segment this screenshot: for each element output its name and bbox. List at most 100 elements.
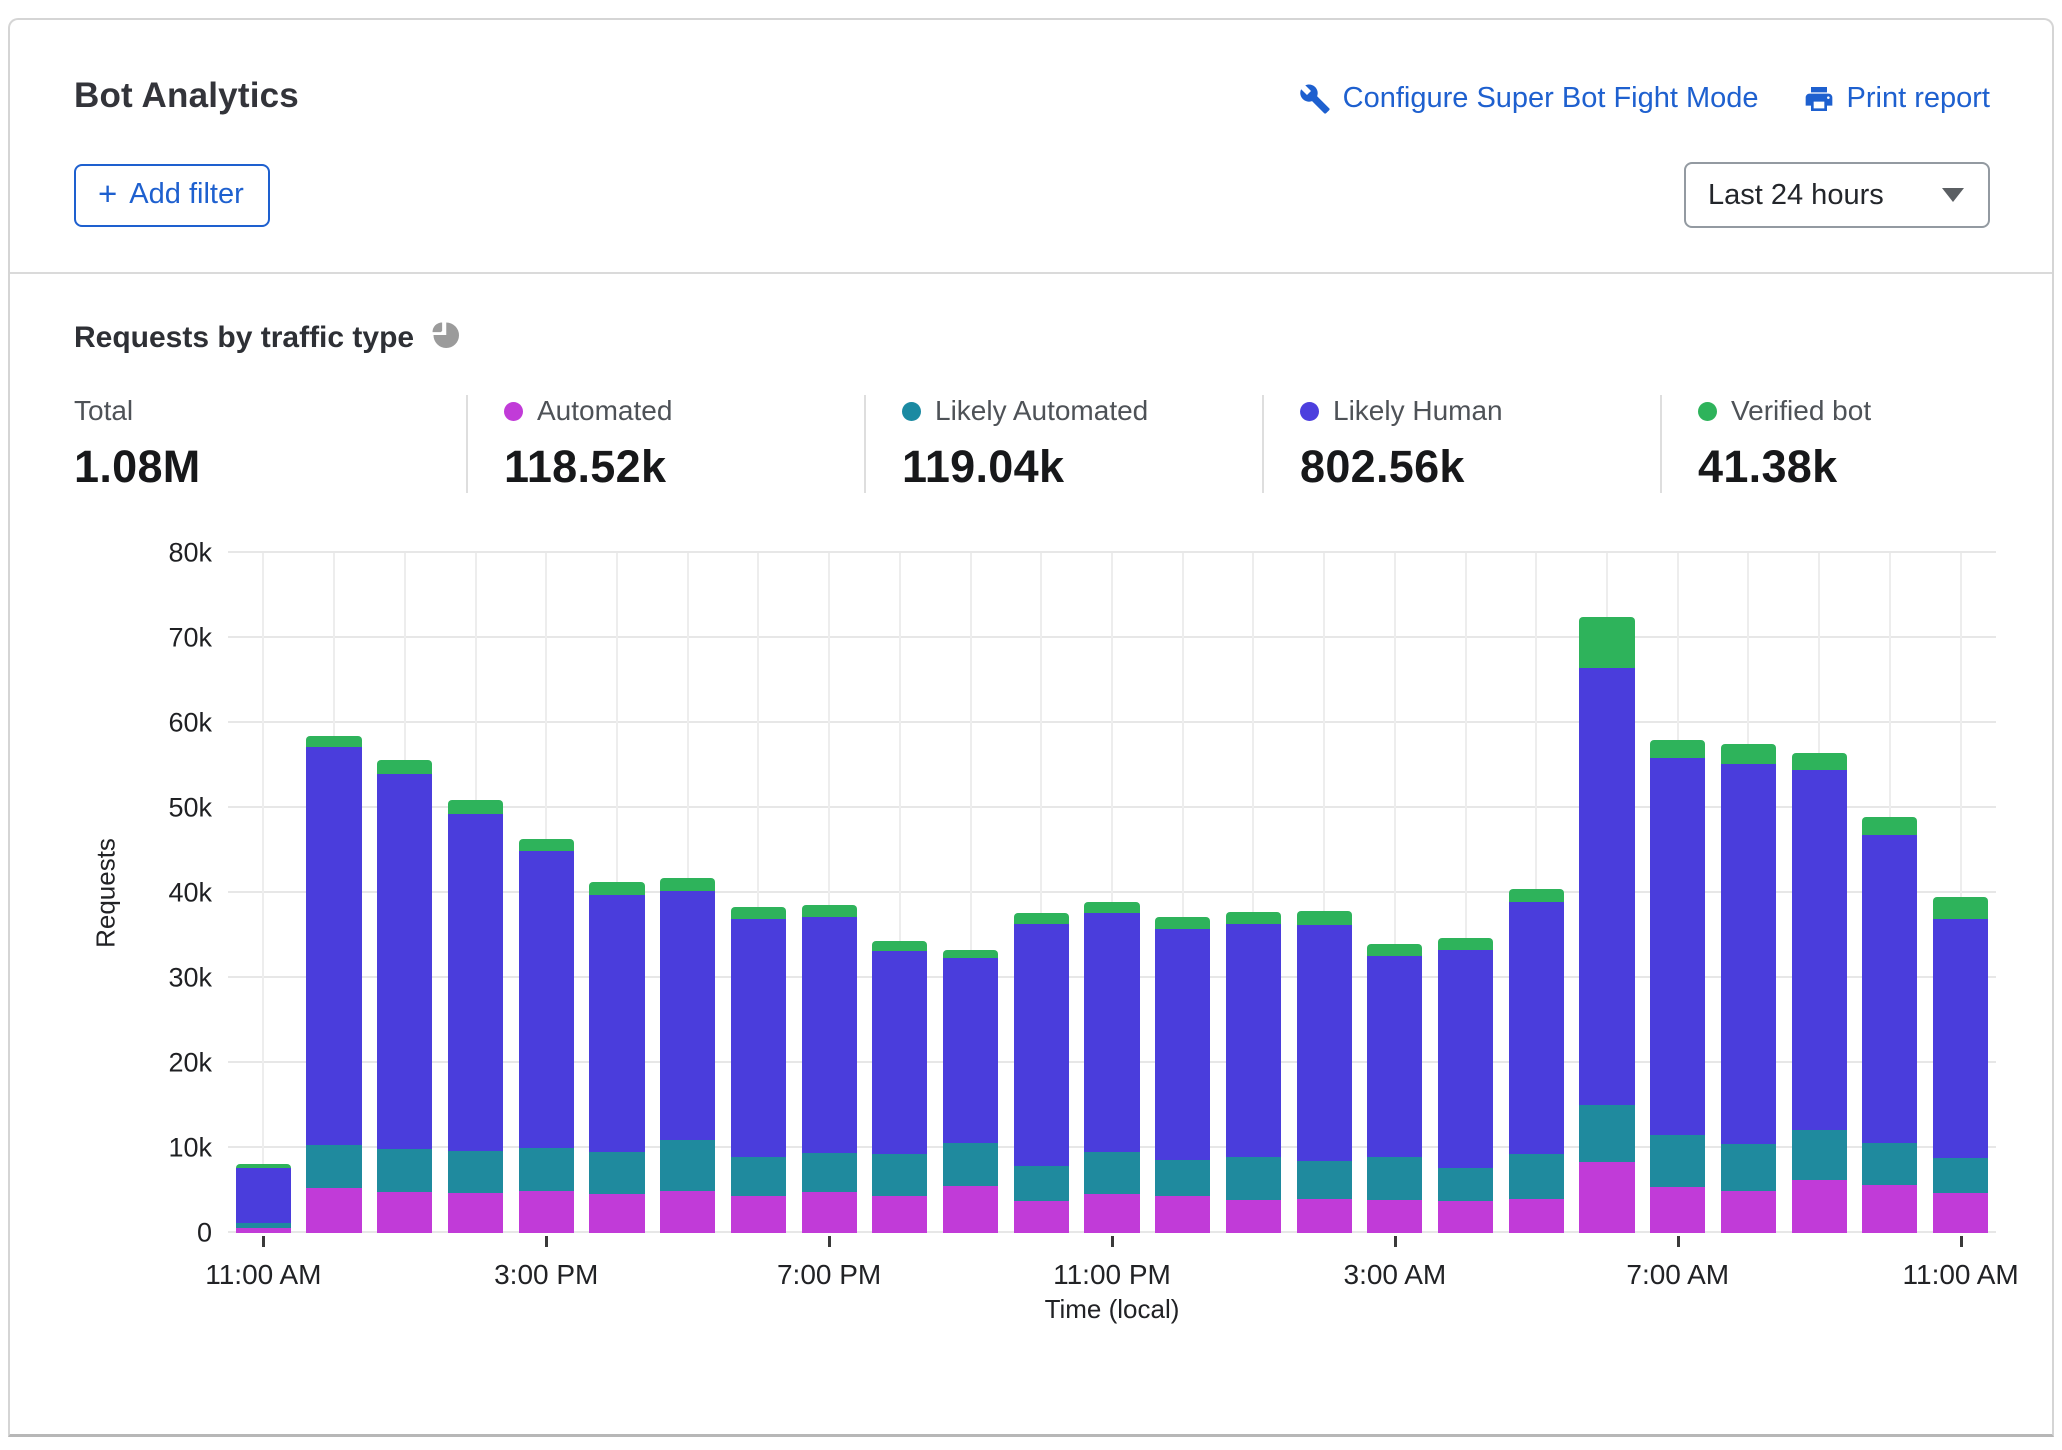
chevron-down-icon — [1942, 188, 1964, 202]
bar-segment-verified-bot — [1509, 889, 1564, 902]
bar-segment-likely-human — [1297, 925, 1352, 1161]
add-filter-button[interactable]: + Add filter — [74, 164, 270, 227]
bar-segment-likely-human — [377, 774, 432, 1149]
bar-segment-verified-bot — [377, 760, 432, 774]
plot-area: 010k20k30k40k50k60k70k80k11:00 AM3:00 PM… — [228, 553, 1996, 1233]
bar-segment-verified-bot — [802, 905, 857, 917]
chart-column: 11:00 PM — [1077, 553, 1148, 1233]
stat-item: Total 1.08M — [74, 395, 466, 493]
bar-segment-automated — [1721, 1191, 1776, 1234]
bar-segment-likely-automated — [1226, 1157, 1281, 1200]
x-tick-label: 3:00 AM — [1344, 1259, 1447, 1291]
y-tick-label: 60k — [122, 708, 212, 739]
stacked-bar — [306, 736, 361, 1233]
legend-dot — [1698, 402, 1717, 421]
x-tick-mark — [1677, 1236, 1680, 1247]
stat-label-text: Likely Automated — [935, 395, 1148, 427]
bar-segment-likely-human — [1367, 956, 1422, 1157]
bar-segment-verified-bot — [1367, 944, 1422, 956]
header-row: Bot Analytics Configure Super Bot Fight … — [10, 20, 2052, 116]
bot-analytics-card: Bot Analytics Configure Super Bot Fight … — [8, 18, 2054, 1437]
stacked-bar — [1367, 944, 1422, 1233]
bar-segment-likely-automated — [731, 1157, 786, 1196]
stat-item: Likely Human802.56k — [1262, 395, 1660, 493]
stat-label: Total — [74, 395, 446, 427]
bar-segment-likely-human — [872, 951, 927, 1154]
stacked-bar — [1226, 912, 1281, 1233]
time-range-value: Last 24 hours — [1708, 179, 1884, 212]
bar-segment-likely-automated — [1084, 1152, 1139, 1194]
y-tick-label: 80k — [122, 538, 212, 569]
bar-segment-verified-bot — [660, 878, 715, 892]
bar-segment-likely-automated — [1014, 1166, 1069, 1201]
page-title: Bot Analytics — [74, 76, 299, 116]
bar-segment-likely-human — [1933, 919, 1988, 1159]
bar-segment-likely-human — [1792, 770, 1847, 1130]
bar-segment-likely-automated — [802, 1153, 857, 1192]
bar-segment-verified-bot — [448, 800, 503, 814]
stat-label-text: Total — [74, 395, 133, 427]
stat-item: Likely Automated 119.04k — [864, 395, 1262, 493]
bar-segment-likely-automated — [377, 1149, 432, 1192]
chart-column: 3:00 PM — [511, 553, 582, 1233]
bar-segment-automated — [872, 1196, 927, 1233]
bar-segment-likely-automated — [1367, 1157, 1422, 1200]
stat-label-text: Likely Human — [1333, 395, 1503, 427]
chart-column — [1501, 553, 1572, 1233]
x-tick-label: 3:00 PM — [494, 1259, 598, 1291]
bar-segment-likely-human — [731, 919, 786, 1157]
bar-segment-likely-automated — [872, 1154, 927, 1196]
chart-column: 7:00 AM — [1642, 553, 1713, 1233]
time-range-select[interactable]: Last 24 hours — [1684, 162, 1990, 228]
bar-segment-likely-automated — [1438, 1168, 1493, 1201]
bar-segment-likely-human — [1438, 950, 1493, 1168]
stat-item: Automated118.52k — [466, 395, 864, 493]
legend-dot — [902, 402, 921, 421]
chart-column — [864, 553, 935, 1233]
bar-segment-automated — [731, 1196, 786, 1233]
bar-segment-verified-bot — [943, 950, 998, 958]
printer-icon — [1803, 83, 1835, 115]
bar-segment-likely-human — [448, 814, 503, 1151]
stat-value: 1.08M — [74, 441, 446, 493]
bar-segment-verified-bot — [1226, 912, 1281, 924]
bar-segment-verified-bot — [872, 941, 927, 950]
chart-column: 11:00 AM — [228, 553, 299, 1233]
x-tick-mark — [545, 1236, 548, 1247]
stat-value: 118.52k — [504, 441, 844, 493]
bar-segment-verified-bot — [589, 882, 644, 895]
bar-segment-likely-human — [306, 747, 361, 1145]
stat-label: Verified bot — [1698, 395, 1871, 427]
y-tick-label: 50k — [122, 793, 212, 824]
x-tick-mark — [262, 1236, 265, 1247]
x-tick-label: 11:00 AM — [205, 1259, 321, 1291]
chart-column — [1147, 553, 1218, 1233]
x-tick-mark — [1111, 1236, 1114, 1247]
stacked-bar — [589, 882, 644, 1233]
bar-segment-likely-automated — [1579, 1105, 1634, 1163]
bar-segment-likely-automated — [448, 1151, 503, 1193]
bar-segment-automated — [377, 1192, 432, 1233]
chart-column — [1855, 553, 1926, 1233]
bar-segment-automated — [1438, 1201, 1493, 1233]
bar-segment-automated — [448, 1193, 503, 1233]
bar-segment-verified-bot — [1650, 740, 1705, 758]
chart-column — [935, 553, 1006, 1233]
bar-segment-automated — [660, 1191, 715, 1233]
stat-value: 41.38k — [1698, 441, 1871, 493]
bar-segment-automated — [236, 1228, 291, 1233]
bar-segment-verified-bot — [1014, 913, 1069, 924]
print-report-link[interactable]: Print report — [1803, 82, 1990, 115]
stat-value: 119.04k — [902, 441, 1242, 493]
stacked-bar — [1509, 889, 1564, 1233]
bar-segment-likely-automated — [1933, 1158, 1988, 1193]
x-tick-label: 7:00 AM — [1626, 1259, 1729, 1291]
chart-column — [1289, 553, 1360, 1233]
configure-super-bot-fight-mode-link[interactable]: Configure Super Bot Fight Mode — [1299, 82, 1759, 115]
add-filter-label: Add filter — [129, 178, 243, 211]
stat-label: Likely Human — [1300, 395, 1640, 427]
configure-link-label: Configure Super Bot Fight Mode — [1343, 82, 1759, 115]
bar-segment-likely-automated — [660, 1140, 715, 1190]
chart-column — [723, 553, 794, 1233]
pie-chart-icon — [430, 320, 460, 355]
